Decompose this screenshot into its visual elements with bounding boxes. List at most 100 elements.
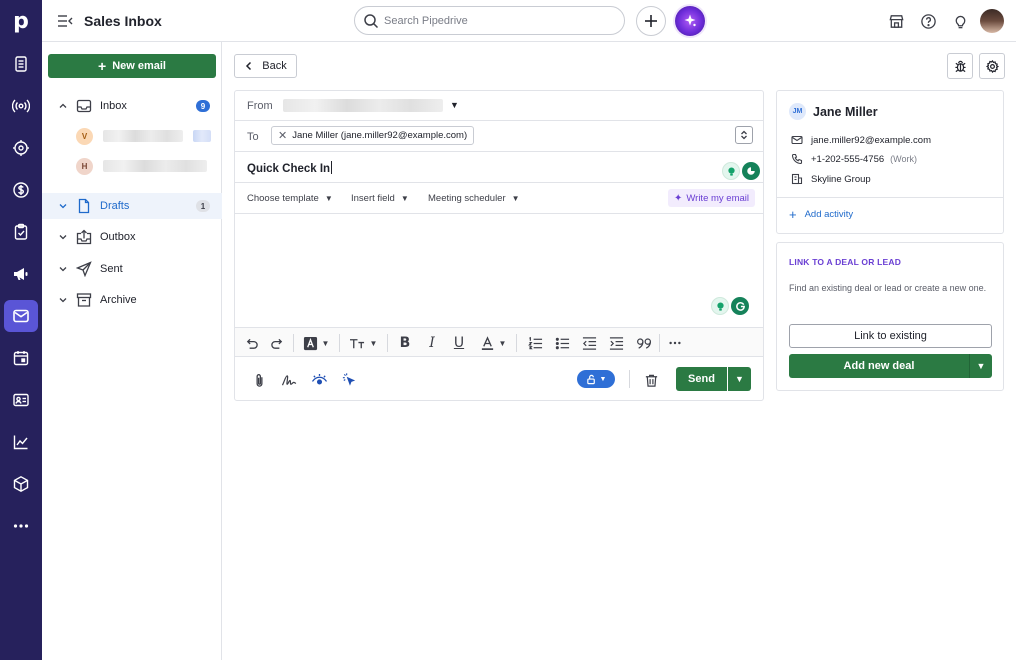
bug-report-button[interactable]	[947, 53, 973, 79]
folder-archive[interactable]: Archive	[42, 287, 222, 313]
grammar-assist[interactable]	[722, 162, 760, 180]
outdent-icon[interactable]	[579, 334, 599, 352]
attachment-icon[interactable]	[249, 370, 269, 390]
contact-email-row[interactable]: jane.miller92@example.com	[791, 134, 931, 146]
deals-icon[interactable]	[4, 174, 38, 206]
broadcast-icon[interactable]	[4, 90, 38, 122]
contact-card: JM Jane Miller jane.miller92@example.com…	[776, 90, 1004, 234]
link-to-existing-button[interactable]: Link to existing	[789, 324, 992, 348]
bulb-assist-icon[interactable]	[711, 297, 729, 315]
redo-icon[interactable]	[267, 334, 287, 352]
inbox-account-h[interactable]: H	[76, 155, 216, 177]
tasks-icon[interactable]	[4, 216, 38, 248]
insights-icon[interactable]	[4, 426, 38, 458]
chevron-down-icon[interactable]	[58, 264, 68, 274]
campaigns-icon[interactable]	[4, 258, 38, 290]
more-icon[interactable]	[4, 510, 38, 542]
help-icon[interactable]	[918, 11, 938, 31]
quick-add-button[interactable]	[636, 6, 666, 36]
more-formatting-icon[interactable]	[665, 334, 685, 352]
from-dropdown-caret-icon[interactable]: ▼	[450, 100, 459, 110]
ai-assistant-button[interactable]	[675, 6, 705, 36]
tips-bulb-icon[interactable]	[950, 11, 970, 31]
email-body-editor[interactable]	[235, 214, 763, 327]
mail-icon[interactable]	[4, 300, 38, 332]
chevron-down-icon[interactable]	[58, 295, 68, 305]
inbox-account-v[interactable]: V	[76, 125, 216, 147]
target-icon[interactable]	[4, 132, 38, 164]
add-activity-link[interactable]: + Add activity	[789, 207, 853, 222]
new-email-button[interactable]: + New email	[48, 54, 216, 78]
click-tracking-cursor-icon[interactable]	[339, 370, 359, 390]
email-composer: From ▼ To ✕ Jane Miller (jane.miller92@e…	[234, 90, 764, 401]
grammarly-g-icon[interactable]	[731, 297, 749, 315]
recipient-chip[interactable]: ✕ Jane Miller (jane.miller92@example.com…	[271, 126, 475, 145]
folder-outbox[interactable]: Outbox	[42, 224, 222, 250]
text-highlight-dropdown[interactable]: ▼	[299, 334, 333, 352]
underline-icon[interactable]: U	[449, 334, 469, 352]
chevron-up-down-icon	[741, 130, 747, 140]
chevron-down-icon[interactable]	[58, 201, 68, 211]
inbox-icon	[76, 99, 92, 113]
contact-phone-row[interactable]: +1-202-555-4756 (Work)	[791, 153, 917, 165]
write-my-email-label: Write my email	[686, 192, 749, 204]
from-row[interactable]: From ▼	[235, 91, 763, 121]
chevron-down-icon[interactable]	[58, 232, 68, 242]
calendar-icon[interactable]	[4, 342, 38, 374]
folder-drafts[interactable]: Drafts 1	[42, 193, 222, 219]
undo-icon[interactable]	[241, 334, 261, 352]
tracking-visibility-toggle[interactable]: ▼	[577, 370, 615, 388]
mail-sidebar: + New email Inbox 9 V H Drafts 1 Outbox …	[42, 42, 222, 660]
folder-inbox[interactable]: Inbox 9	[42, 93, 222, 119]
search-input[interactable]	[384, 14, 604, 27]
body-grammar-assist[interactable]	[711, 297, 749, 315]
meeting-scheduler-dropdown[interactable]: Meeting scheduler ▼	[428, 193, 520, 204]
expand-recipients-button[interactable]	[735, 126, 753, 144]
bulb-assist-icon[interactable]	[722, 162, 740, 180]
leads-icon[interactable]	[4, 48, 38, 80]
remove-recipient-icon[interactable]: ✕	[278, 129, 287, 142]
bullet-list-icon[interactable]	[552, 334, 572, 352]
top-bar: Sales Inbox	[42, 0, 1016, 42]
folder-label: Archive	[100, 294, 137, 306]
redacted-account-name	[103, 160, 207, 172]
pipedrive-logo[interactable]: p	[0, 0, 42, 42]
user-avatar[interactable]	[980, 9, 1004, 33]
collapse-menu-icon[interactable]	[56, 12, 74, 30]
toolbar-divider	[293, 334, 294, 352]
to-row[interactable]: To ✕ Jane Miller (jane.miller92@example.…	[235, 121, 763, 152]
insert-field-dropdown[interactable]: Insert field ▼	[351, 193, 409, 204]
add-new-deal-button[interactable]: Add new deal	[789, 354, 969, 378]
delete-draft-trash-icon[interactable]	[641, 370, 661, 390]
indent-icon[interactable]	[606, 334, 626, 352]
contacts-icon[interactable]	[4, 384, 38, 416]
marketplace-icon[interactable]	[886, 11, 906, 31]
send-button[interactable]: Send	[676, 367, 727, 391]
products-icon[interactable]	[4, 468, 38, 500]
grammarly-icon[interactable]	[742, 162, 760, 180]
chevron-up-icon[interactable]	[58, 101, 68, 111]
subject-row[interactable]: Quick Check In	[235, 152, 763, 183]
add-deal-options-caret-icon[interactable]: ▼	[969, 354, 992, 378]
quote-icon[interactable]	[633, 334, 655, 352]
caret-down-icon: ▼	[324, 194, 333, 203]
italic-icon[interactable]: I	[422, 334, 442, 352]
open-tracking-eye-icon[interactable]	[309, 370, 329, 390]
contact-name[interactable]: Jane Miller	[813, 105, 878, 119]
font-size-dropdown[interactable]: ▼	[345, 334, 381, 352]
search-box[interactable]	[354, 6, 625, 35]
numbered-list-icon[interactable]	[525, 334, 545, 352]
contact-org-row[interactable]: Skyline Group	[791, 173, 871, 185]
redacted-from-address	[283, 99, 443, 112]
signature-icon[interactable]	[279, 370, 299, 390]
send-options-caret-icon[interactable]: ▼	[728, 367, 751, 391]
choose-template-dropdown[interactable]: Choose template ▼	[247, 193, 333, 204]
back-button[interactable]: Back	[234, 54, 297, 78]
write-my-email-button[interactable]: ✦ Write my email	[667, 189, 755, 207]
bold-icon[interactable]: B	[395, 334, 415, 352]
text-color-dropdown[interactable]: ▼	[476, 334, 510, 352]
archive-box-icon	[76, 293, 92, 307]
settings-button[interactable]	[979, 53, 1005, 79]
folder-sent[interactable]: Sent	[42, 256, 222, 282]
subject-field[interactable]: Quick Check In	[247, 161, 333, 175]
